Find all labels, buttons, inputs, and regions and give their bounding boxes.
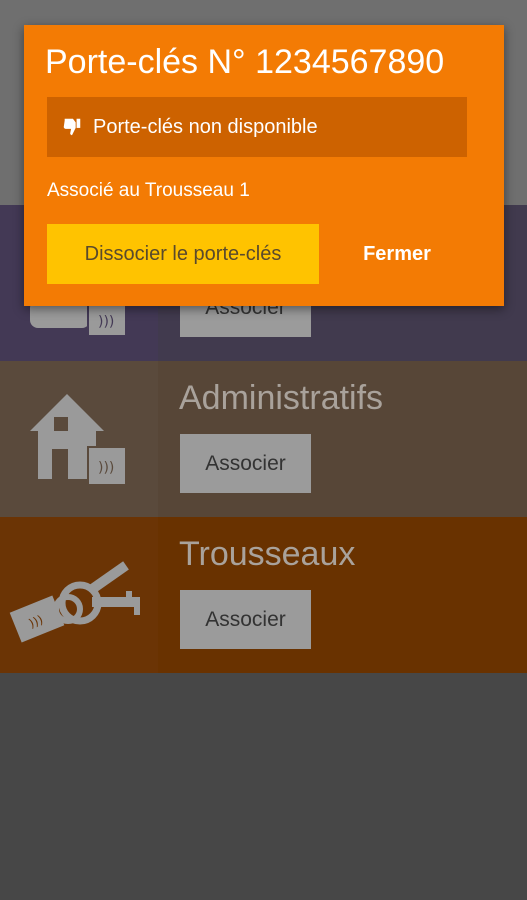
house-nfc-icon: ))) [30, 394, 127, 486]
associate-button[interactable]: Associer [180, 434, 311, 493]
svg-text:))): ))) [98, 314, 114, 330]
row-title: Administratifs [179, 379, 384, 417]
dialog-title: Porte-clés N° 1234567890 [45, 43, 445, 81]
status-banner: Porte-clés non disponible [47, 97, 467, 157]
keyring-dialog: Porte-clés N° 1234567890 Porte-clés non … [24, 25, 504, 306]
list-item: ))) Trousseaux Associer [0, 517, 527, 673]
keyring-nfc-icon: ))) [9, 561, 140, 643]
empty-area [0, 673, 527, 900]
close-button[interactable]: Fermer [342, 224, 452, 284]
row-content: Administratifs Associer [158, 361, 527, 517]
row-icon-cell: ))) [0, 361, 158, 517]
list-item: ))) Administratifs Associer [0, 361, 527, 517]
row-icon-cell: ))) [0, 517, 158, 673]
svg-text:))): ))) [98, 460, 114, 476]
status-text: Porte-clés non disponible [93, 115, 318, 138]
row-content: Trousseaux Associer [158, 517, 527, 673]
dissociate-button[interactable]: Dissocier le porte-clés [47, 224, 319, 284]
association-text: Associé au Trousseau 1 [47, 180, 250, 201]
row-title: Trousseaux [179, 535, 356, 573]
associate-button[interactable]: Associer [180, 590, 311, 649]
thumbs-down-icon [61, 115, 85, 139]
